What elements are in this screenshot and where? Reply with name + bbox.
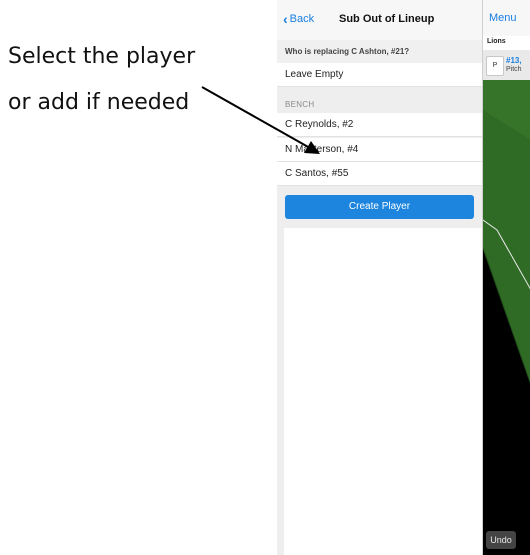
annotation-text-line-1: Select the player — [8, 44, 196, 69]
panel-empty-area — [284, 228, 482, 555]
menu-button[interactable]: Menu — [489, 12, 517, 24]
undo-button[interactable]: Undo — [486, 531, 516, 549]
bench-section-header: BENCH — [285, 100, 315, 109]
team-header: Lions — [483, 36, 530, 50]
bench-player-row[interactable]: C Santos, #55 — [277, 162, 482, 186]
back-label: Back — [289, 13, 315, 25]
bench-player-row[interactable]: N Masterson, #4 — [277, 138, 482, 162]
game-menu-bar: Menu — [483, 0, 530, 37]
chevron-left-icon: ‹ — [283, 10, 288, 27]
position-badge: P — [486, 56, 504, 76]
player-number: #13, — [506, 56, 522, 65]
panel-nav-bar: ‹ Back Sub Out of Lineup — [277, 0, 482, 41]
annotation-text-line-2: or add if needed — [8, 90, 190, 115]
create-player-button[interactable]: Create Player — [285, 195, 474, 219]
sub-out-panel: ‹ Back Sub Out of Lineup Who is replacin… — [277, 0, 482, 555]
player-role: Pitch — [506, 66, 522, 73]
panel-title: Sub Out of Lineup — [339, 13, 435, 25]
lineup-row[interactable]: P #13, Pitch — [483, 50, 530, 80]
baseball-field — [483, 80, 530, 555]
game-view: Menu Lions P #13, Pitch Undo — [482, 0, 530, 555]
leave-empty-option[interactable]: Leave Empty — [277, 63, 482, 87]
replacement-question: Who is replacing C Ashton, #21? — [277, 40, 482, 64]
bench-player-row[interactable]: C Reynolds, #2 — [277, 113, 482, 137]
team-name: Lions — [487, 38, 506, 45]
back-button[interactable]: ‹ Back — [283, 10, 315, 27]
